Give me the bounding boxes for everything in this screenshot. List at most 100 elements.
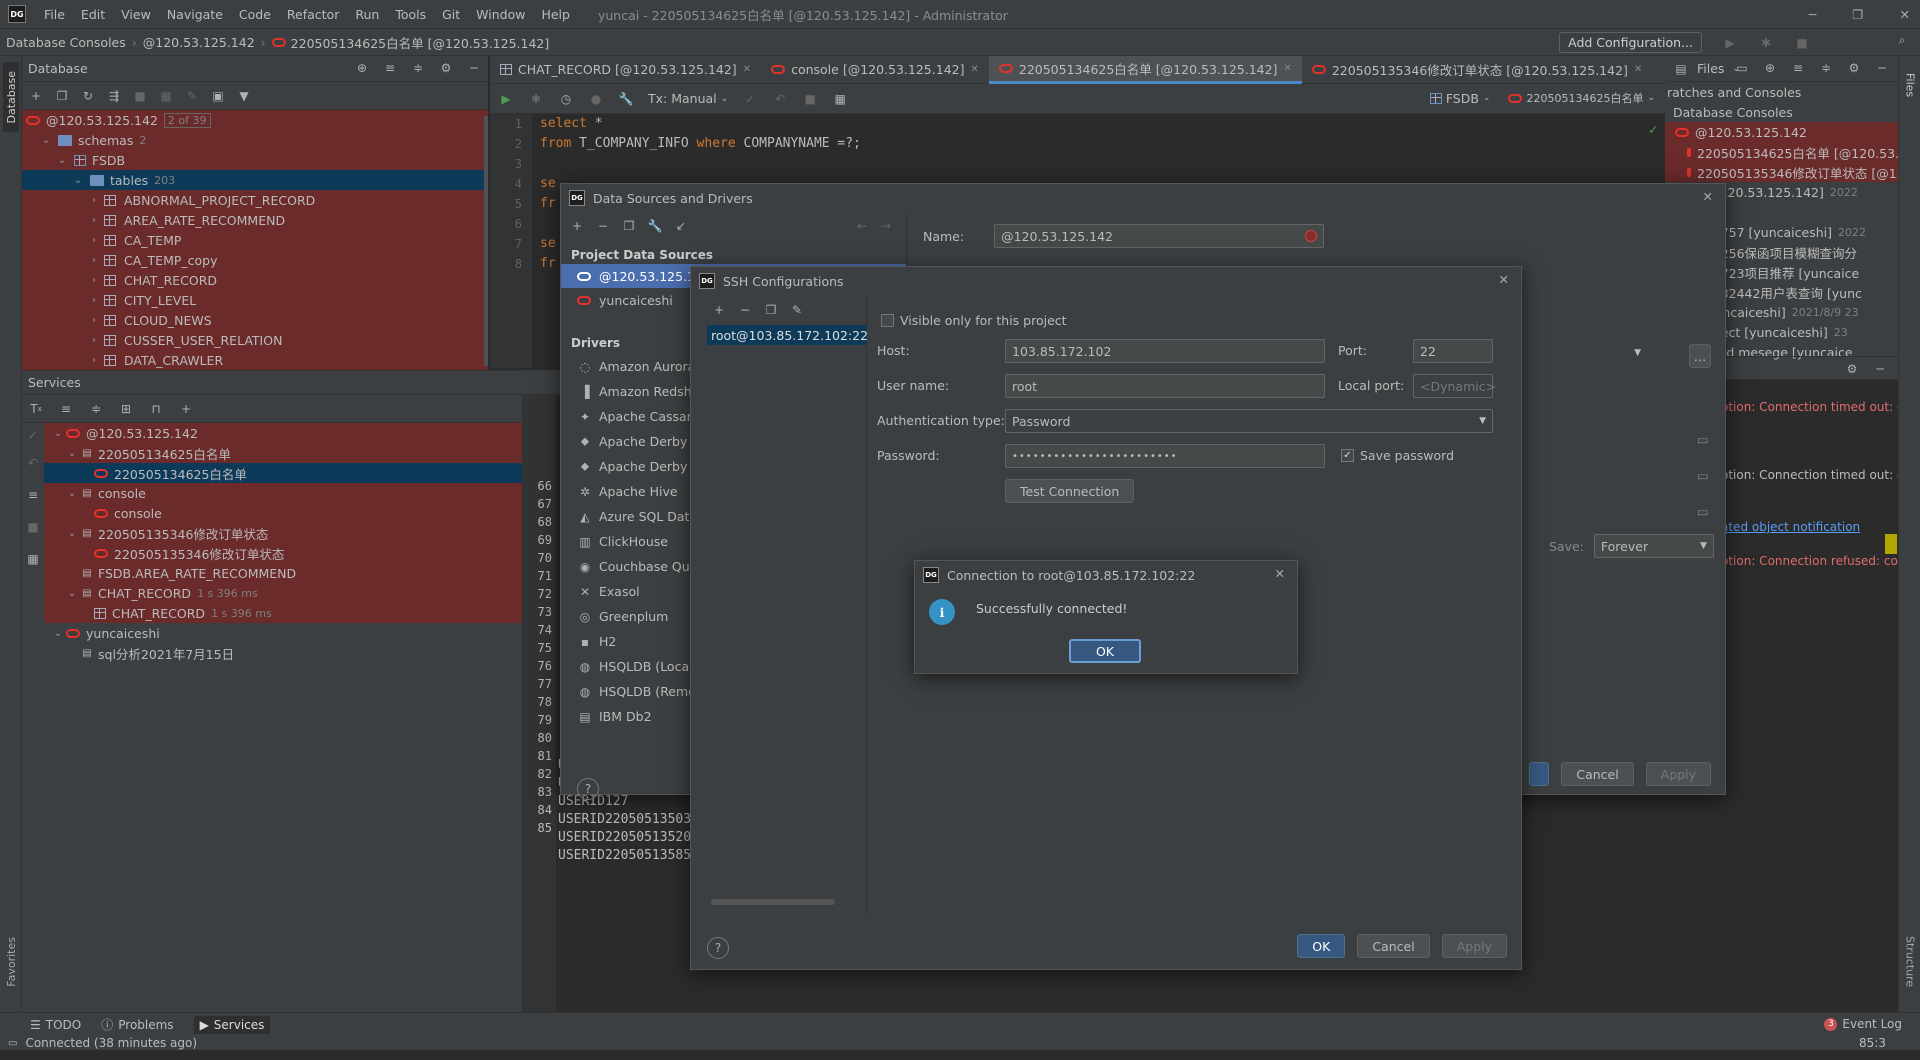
name-field[interactable]: @120.53.125.142 [994, 224, 1325, 248]
import-icon[interactable]: ↙ [673, 218, 689, 234]
table-item[interactable]: › CLOUD_NEWS [22, 310, 488, 330]
ssh-cancel-button[interactable]: Cancel [1357, 934, 1430, 958]
collapse-all-icon[interactable]: ≑ [410, 60, 426, 76]
color-marker-icon[interactable] [1305, 230, 1318, 242]
menu-edit[interactable]: Edit [73, 7, 113, 22]
tree-tables[interactable]: ⌄ tables 203 [22, 170, 488, 190]
ssh-help-button[interactable]: ? [707, 937, 729, 959]
service-item[interactable]: console [44, 503, 522, 523]
layout-icon[interactable]: ▤ [1673, 61, 1689, 77]
services-tab[interactable]: ▶ Services [193, 1015, 271, 1034]
save-password-checkbox[interactable]: ✓ [1341, 449, 1354, 462]
dsd-cancel-button[interactable]: Cancel [1561, 762, 1634, 786]
table-item[interactable]: › CITY_LEVEL [22, 290, 488, 310]
tree-root[interactable]: @120.53.125.142 2 of 39 [22, 110, 488, 130]
close-tab-icon[interactable]: ✕ [743, 64, 751, 75]
search-everywhere-icon[interactable]: ⌕ [1894, 32, 1910, 48]
ssh-entry[interactable]: root@103.85.172.102:22pa [707, 325, 867, 345]
test-connection-button[interactable]: Test Connection [1005, 479, 1135, 503]
table-view-icon[interactable]: ▦ [158, 88, 174, 104]
expand-all-icon[interactable]: ≡ [58, 401, 74, 417]
password-field[interactable]: •••••••••••••••••••••••• [1005, 444, 1325, 468]
service-item[interactable]: ▤ sql分析2021年7月15日 [44, 643, 522, 663]
menu-window[interactable]: Window [468, 7, 533, 22]
table-item[interactable]: › CUSSER_USER_RELATION [22, 330, 488, 350]
console-icon[interactable]: ▣ [210, 88, 226, 104]
browse-button[interactable]: … [1689, 344, 1711, 368]
schemas-icon[interactable]: ⇶ [106, 88, 122, 104]
globe-icon[interactable]: ⊕ [354, 60, 370, 76]
menu-help[interactable]: Help [533, 7, 578, 22]
problems-tab[interactable]: ⓘ Problems [101, 1016, 173, 1033]
todo-tab[interactable]: ☰ TODO [30, 1018, 81, 1032]
menu-tools[interactable]: Tools [387, 7, 434, 22]
menu-run[interactable]: Run [347, 7, 387, 22]
edit-icon[interactable]: ✎ [184, 88, 200, 104]
remove-icon[interactable]: − [737, 302, 753, 318]
close-tab-icon[interactable]: ✕ [1283, 63, 1291, 74]
table-item[interactable]: › CA_TEMP_copy [22, 250, 488, 270]
table-item[interactable]: › CA_TEMP [22, 230, 488, 250]
stop-icon[interactable]: ■ [132, 88, 148, 104]
editor-tab[interactable]: console [@120.53.125.142] ✕ [761, 56, 989, 84]
close-window-icon[interactable]: ✕ [1900, 7, 1910, 22]
gear-icon[interactable]: ⚙ [1844, 361, 1860, 377]
wrench-icon[interactable]: 🔧 [618, 91, 634, 107]
conn-ok-button[interactable]: OK [1069, 639, 1141, 663]
schema-selector[interactable]: FSDB ⌄ [1429, 91, 1490, 106]
tx-icon[interactable]: Tx [28, 401, 44, 417]
port-field[interactable]: 22 [1413, 339, 1493, 363]
copy-icon[interactable]: ❐ [54, 88, 70, 104]
tx-mode-dropdown[interactable]: Tx: Manual ⌄ [648, 91, 728, 106]
debug-icon[interactable]: ✱ [528, 91, 544, 107]
minimize-icon[interactable]: ─ [1809, 7, 1817, 22]
filter-icon[interactable]: ▼ [236, 88, 252, 104]
favorites-tool-button[interactable]: Favorites [3, 922, 19, 1002]
caret-position[interactable]: 85:3 [1859, 1036, 1886, 1050]
service-item[interactable]: ⌄ @120.53.125.142 [44, 423, 522, 443]
dsd-ok-button[interactable] [1529, 762, 1550, 786]
hide-icon[interactable]: ─ [1874, 60, 1890, 76]
dsd-apply-button[interactable]: Apply [1645, 762, 1711, 786]
service-item[interactable]: 220505135346修改订单状态 [44, 543, 522, 563]
menu-view[interactable]: View [113, 7, 159, 22]
duplicate-icon[interactable]: ❐ [763, 302, 779, 318]
hide-icon[interactable]: ─ [466, 60, 482, 76]
hide-icon[interactable]: ─ [1872, 361, 1888, 377]
collapse-all-icon[interactable]: ≑ [88, 401, 104, 417]
breadcrumb-consoles[interactable]: Database Consoles [0, 35, 132, 50]
add-icon[interactable]: + [569, 218, 585, 234]
tree-fsdb[interactable]: ⌄ FSDB [22, 150, 488, 170]
service-item[interactable]: ⌄ ▤ 220505135346修改订单状态 [44, 523, 522, 543]
debug-icon[interactable]: ✱ [1758, 35, 1774, 51]
stop-icon[interactable]: ■ [25, 519, 41, 535]
history-icon[interactable]: ◷ [558, 91, 574, 107]
grid-icon[interactable]: ▦ [25, 551, 41, 567]
output-icon[interactable]: ▦ [832, 91, 848, 107]
folder-icon[interactable]: ▭ [1697, 504, 1709, 519]
service-item[interactable]: ⌄ ▤ CHAT_RECORD 1 s 396 ms [44, 583, 522, 603]
structure-tool-button[interactable]: Structure [1902, 922, 1918, 1002]
save-password-row[interactable]: ✓ Save password [1341, 448, 1454, 463]
file-item[interactable]: 220505134625白名单 [@120.53.1 [1665, 142, 1898, 162]
editor-tab[interactable]: CHAT_RECORD [@120.53.125.142] ✕ [490, 56, 761, 84]
edit-icon[interactable]: ✎ [789, 302, 805, 318]
files-title[interactable]: Files [1697, 61, 1724, 76]
folder-icon[interactable]: ▭ [1697, 468, 1709, 483]
duplicate-icon[interactable]: ❐ [621, 218, 637, 234]
editor-tab[interactable]: 220505134625白名单 [@120.53.125.142] ✕ [988, 55, 1302, 84]
service-item[interactable]: CHAT_RECORD 1 s 396 ms [44, 603, 522, 623]
run-icon[interactable]: ▶ [1722, 35, 1738, 51]
close-icon[interactable]: ✕ [1499, 272, 1509, 287]
add-configuration-button[interactable]: Add Configuration... [1559, 32, 1702, 53]
db-scrollbar[interactable] [484, 116, 488, 366]
breadcrumb-host[interactable]: @120.53.125.142 [137, 35, 261, 50]
menu-git[interactable]: Git [434, 7, 468, 22]
refresh-icon[interactable]: ↻ [80, 88, 96, 104]
folder-icon[interactable]: ▭ [1734, 60, 1750, 76]
table-item[interactable]: › CHAT_RECORD [22, 270, 488, 290]
service-item[interactable]: 220505134625白名单 [44, 463, 522, 483]
ssh-apply-button[interactable]: Apply [1441, 934, 1507, 958]
close-icon[interactable]: ✕ [1275, 566, 1285, 581]
ssh-list-scrollbar[interactable] [711, 899, 835, 905]
